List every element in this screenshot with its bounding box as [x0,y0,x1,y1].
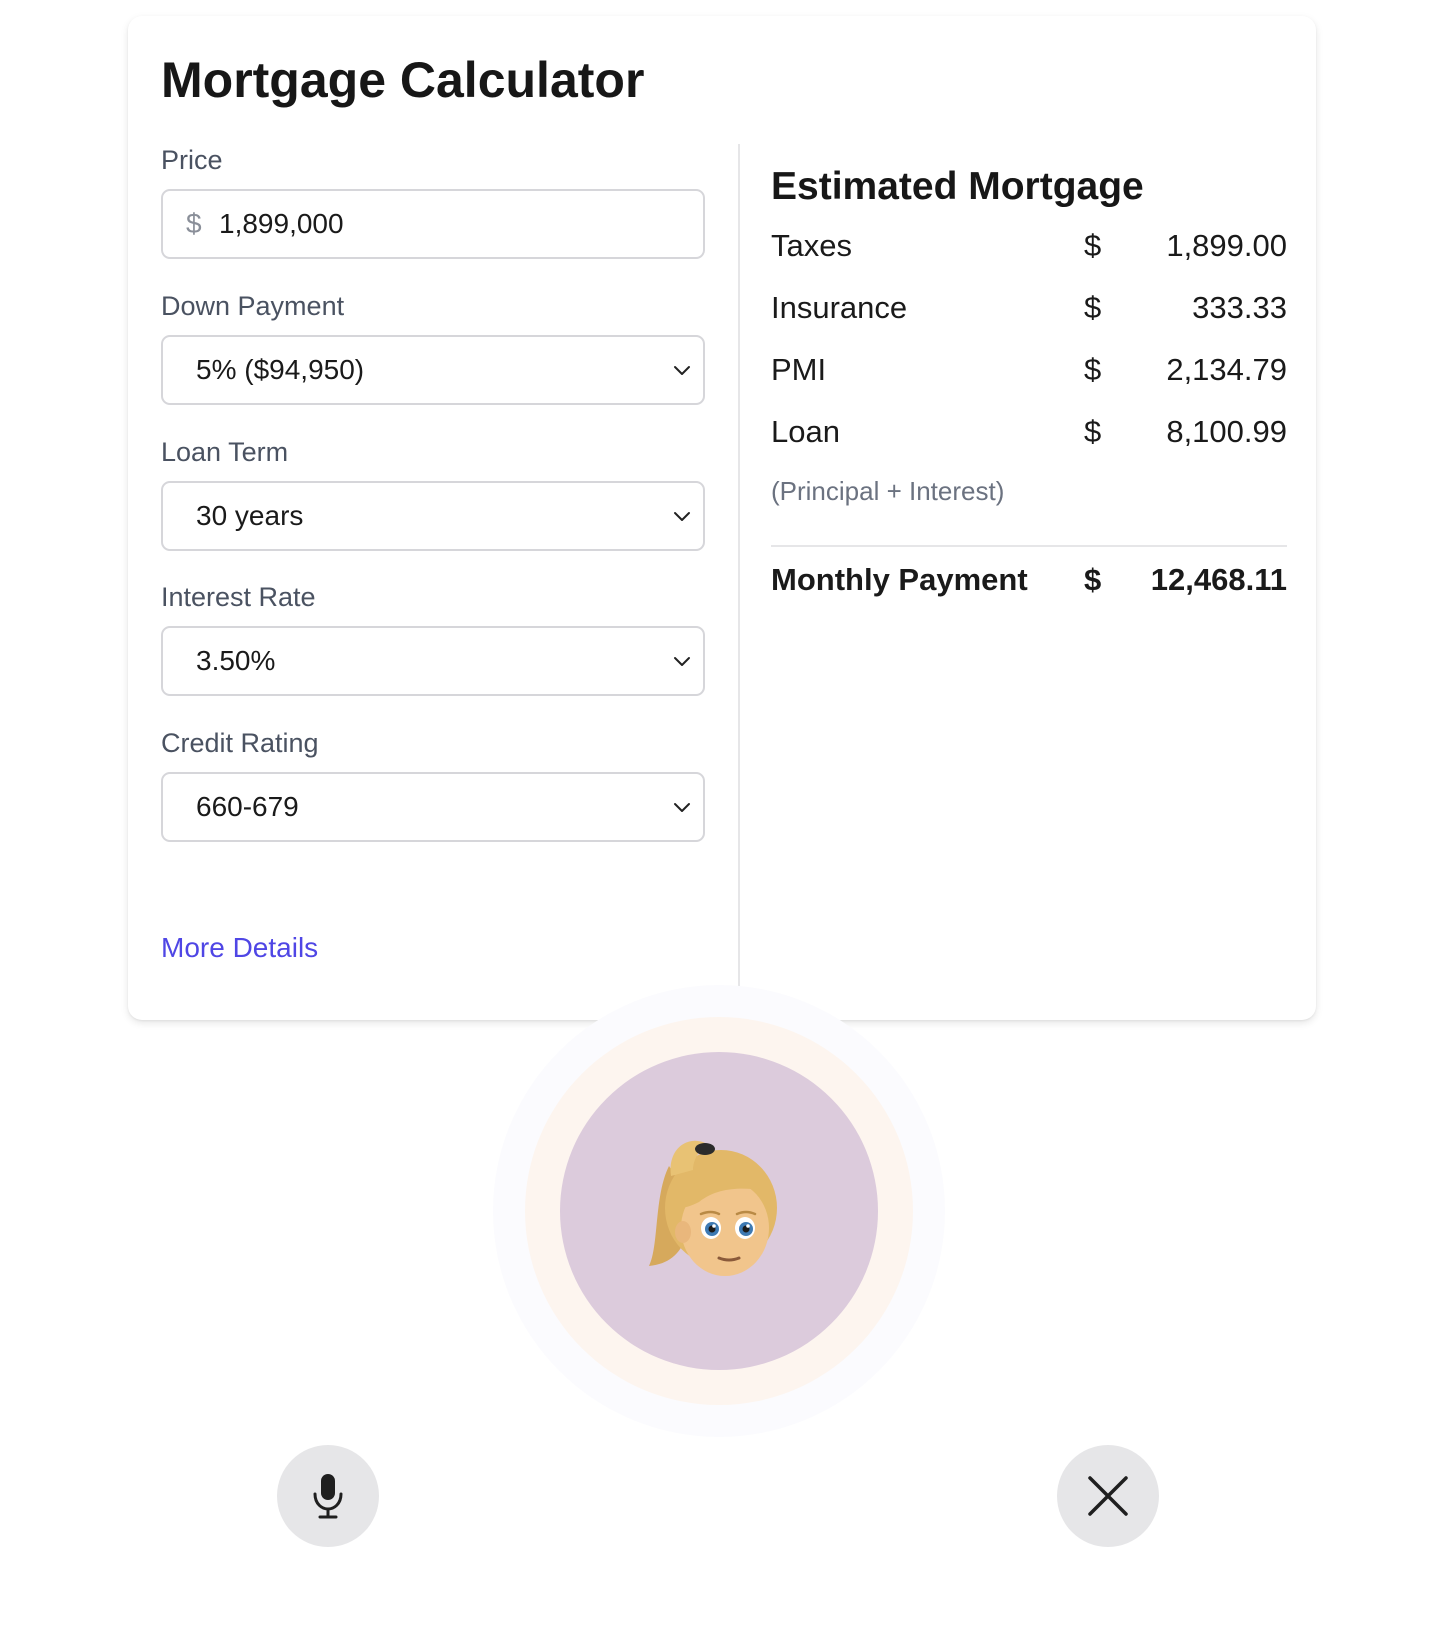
price-input[interactable] [219,191,679,258]
woman-blond-hair-emoji-icon [649,1140,777,1276]
row-label: Insurance [771,290,908,325]
price-input-box[interactable]: $ [161,189,705,260]
price-field: Price $ [161,144,705,260]
estimate-row-pmi: PMI $ 2,134.79 [771,352,1287,396]
down-payment-select[interactable]: 5% ($94,950) [161,335,705,406]
row-currency: $ [1084,352,1102,387]
close-button[interactable] [1057,1445,1159,1547]
loan-note: (Principal + Interest) [771,476,1005,506]
interest-rate-label: Interest Rate [161,582,316,612]
credit-rating-value: 660-679 [196,791,299,823]
more-details-link[interactable]: More Details [161,932,318,964]
column-divider [738,144,740,986]
loan-term-value: 30 years [196,500,304,532]
interest-rate-select[interactable]: 3.50% [161,626,705,697]
estimate-row-insurance: Insurance $ 333.33 [771,290,1287,334]
chevron-down-icon [674,803,690,813]
loan-term-field: Loan Term 30 years [161,436,705,552]
row-amount: 2,134.79 [1166,352,1287,387]
dollar-prefix: $ [186,208,202,240]
total-currency: $ [1084,562,1102,597]
interest-rate-field: Interest Rate 3.50% [161,581,705,697]
row-amount: 8,100.99 [1166,414,1287,449]
mortgage-calculator-card: Mortgage Calculator Price $ Down Payment… [128,16,1316,1020]
estimate-row-loan: Loan $ 8,100.99 [771,414,1287,458]
monthly-payment-row: Monthly Payment $ 12,468.11 [771,562,1287,606]
price-label: Price [161,145,223,175]
down-payment-label: Down Payment [161,291,345,321]
row-currency: $ [1084,228,1102,263]
row-label: Loan [771,414,840,449]
summary-divider [771,545,1287,547]
chevron-down-icon [674,366,690,376]
row-label: Taxes [771,228,852,263]
close-icon [1088,1476,1128,1516]
loan-term-label: Loan Term [161,437,289,467]
row-label: PMI [771,352,827,387]
row-amount: 333.33 [1192,290,1287,325]
credit-rating-select[interactable]: 660-679 [161,772,705,843]
chevron-down-icon [674,512,690,522]
down-payment-field: Down Payment 5% ($94,950) [161,290,705,406]
estimate-title: Estimated Mortgage [771,165,1144,208]
microphone-button[interactable] [277,1445,379,1547]
total-amount: 12,468.11 [1150,562,1287,597]
microphone-icon [313,1474,343,1519]
row-amount: 1,899.00 [1166,228,1287,263]
total-label: Monthly Payment [771,562,1028,597]
credit-rating-field: Credit Rating 660-679 [161,727,705,843]
row-currency: $ [1084,290,1102,325]
row-currency: $ [1084,414,1102,449]
credit-rating-label: Credit Rating [161,728,319,758]
page-title: Mortgage Calculator [161,52,645,108]
loan-term-select[interactable]: 30 years [161,481,705,552]
down-payment-value: 5% ($94,950) [196,354,365,386]
chevron-down-icon [674,657,690,667]
assistant-avatar [560,1052,878,1370]
interest-rate-value: 3.50% [196,645,276,677]
estimate-row-taxes: Taxes $ 1,899.00 [771,228,1287,272]
